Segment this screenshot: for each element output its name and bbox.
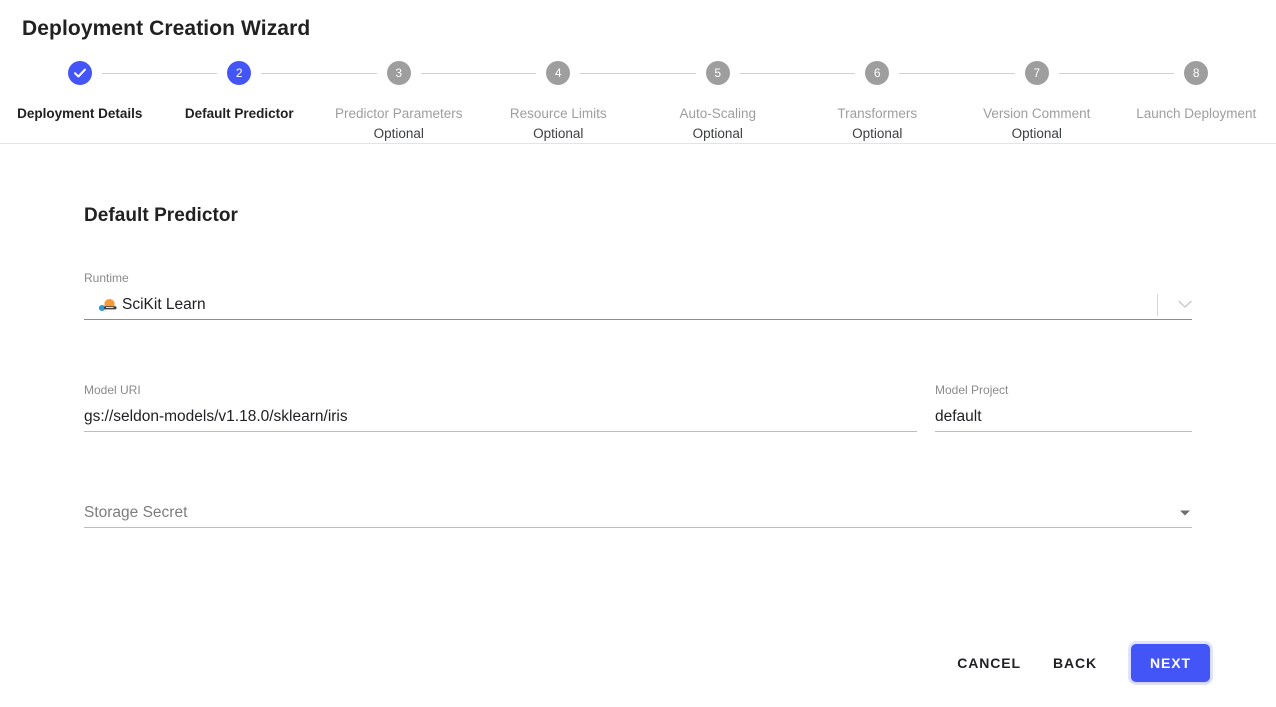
step-circle-row: 6 <box>797 55 957 91</box>
step-circle-row: 2 <box>159 55 319 91</box>
step-connector-right <box>1058 73 1117 74</box>
step-circle-6[interactable]: 6 <box>865 61 890 85</box>
step-circle-2[interactable]: 2 <box>227 61 252 85</box>
step-connector-left <box>797 73 856 74</box>
model-project-input[interactable]: default <box>935 403 1192 431</box>
step-label-4: Resource Limits <box>509 106 607 121</box>
step-circle-row <box>0 55 160 91</box>
step-connector-left <box>638 73 696 74</box>
step-circle-8[interactable]: 8 <box>1184 61 1209 85</box>
stepper-step-5[interactable]: 5 Auto-Scaling Optional <box>638 55 798 144</box>
scikit-learn-logo-icon <box>98 297 120 313</box>
step-circle-row: 5 <box>638 55 798 91</box>
step-connector-left <box>478 73 537 74</box>
storage-secret-select[interactable]: Storage Secret <box>84 499 1192 527</box>
step-circle-5[interactable]: 5 <box>705 61 730 85</box>
page-title: Deployment Creation Wizard <box>22 17 311 40</box>
step-label-8: Launch Deployment <box>1136 106 1257 121</box>
storage-secret-underline <box>84 527 1192 528</box>
runtime-field[interactable]: Runtime SciKit Learn <box>84 271 1192 320</box>
model-uri-input[interactable]: gs://seldon-models/v1.18.0/sklearn/iris <box>84 403 917 431</box>
step-label-1: Deployment Details <box>17 106 143 121</box>
step-circle-7[interactable]: 7 <box>1024 61 1049 85</box>
step-optional-6: Optional <box>852 126 903 141</box>
form-body: Default Predictor Runtime SciKit Learn M… <box>0 144 1276 644</box>
next-button[interactable]: NEXT <box>1131 644 1210 682</box>
model-uri-value: gs://seldon-models/v1.18.0/sklearn/iris <box>84 408 348 425</box>
section-title: Default Predictor <box>84 205 238 226</box>
step-circle-1[interactable] <box>67 61 92 85</box>
step-circle-3[interactable]: 3 <box>386 61 411 85</box>
chevron-down-icon[interactable] <box>1178 296 1192 314</box>
model-uri-field[interactable]: Model URI gs://seldon-models/v1.18.0/skl… <box>84 383 917 432</box>
model-project-field[interactable]: Model Project default <box>935 383 1192 432</box>
step-label-5: Auto-Scaling <box>679 106 757 121</box>
step-circle-row: 8 <box>1116 55 1276 91</box>
step-connector-right <box>580 73 638 74</box>
step-connector-right <box>101 73 160 74</box>
step-connector-left <box>957 73 1015 74</box>
step-circle-row: 3 <box>319 55 479 91</box>
stepper-step-6[interactable]: 6 Transformers Optional <box>797 55 957 144</box>
stepper-step-2[interactable]: 2 Default Predictor <box>159 55 319 124</box>
model-project-underline <box>935 431 1192 432</box>
step-connector-right <box>420 73 479 74</box>
step-optional-7: Optional <box>1011 126 1062 141</box>
storage-secret-placeholder: Storage Secret <box>84 504 188 521</box>
stepper-step-7[interactable]: 7 Version Comment Optional <box>957 55 1117 144</box>
step-optional-4: Optional <box>533 126 584 141</box>
runtime-trailing[interactable] <box>1157 294 1192 316</box>
step-label-2: Default Predictor <box>184 106 294 121</box>
deployment-creation-wizard: Deployment Creation Wizard Deployment De… <box>0 0 1276 707</box>
step-circle-row: 7 <box>957 55 1117 91</box>
wizard-stepper: Deployment Details 2 Default Predictor 3 Pre… <box>0 55 1276 144</box>
stepper-step-8[interactable]: 8 Launch Deployment <box>1116 55 1276 124</box>
step-connector-left <box>159 73 218 74</box>
model-project-label: Model Project <box>935 383 1009 397</box>
storage-secret-field[interactable]: Storage Secret <box>84 499 1192 528</box>
step-connector-left <box>319 73 377 74</box>
cancel-button[interactable]: CANCEL <box>941 645 1037 681</box>
model-uri-label: Model URI <box>84 383 141 397</box>
step-label-6: Transformers <box>837 106 918 121</box>
back-button[interactable]: BACK <box>1037 645 1113 681</box>
model-uri-underline <box>84 431 917 432</box>
runtime-underline <box>84 319 1192 320</box>
step-connector-right <box>739 73 798 74</box>
stepper-step-1[interactable]: Deployment Details <box>0 55 160 124</box>
runtime-value: SciKit Learn <box>122 296 206 313</box>
triangle-down-icon[interactable] <box>1180 510 1190 516</box>
stepper-step-4[interactable]: 4 Resource Limits Optional <box>478 55 638 144</box>
step-connector-right <box>261 73 319 74</box>
wizard-footer: CANCEL BACK NEXT <box>941 644 1210 682</box>
step-optional-3: Optional <box>373 126 424 141</box>
step-circle-4[interactable]: 4 <box>546 61 571 85</box>
step-connector-right <box>899 73 957 74</box>
runtime-label: Runtime <box>84 271 129 285</box>
check-icon <box>73 68 86 78</box>
runtime-divider <box>1157 294 1158 316</box>
step-optional-5: Optional <box>692 126 743 141</box>
step-label-7: Version Comment <box>983 106 1091 121</box>
model-project-value: default <box>935 408 982 425</box>
step-connector-left <box>1116 73 1175 74</box>
stepper-step-3[interactable]: 3 Predictor Parameters Optional <box>319 55 479 144</box>
runtime-select[interactable]: SciKit Learn <box>84 291 1192 319</box>
step-label-3: Predictor Parameters <box>334 106 463 121</box>
step-circle-row: 4 <box>478 55 638 91</box>
